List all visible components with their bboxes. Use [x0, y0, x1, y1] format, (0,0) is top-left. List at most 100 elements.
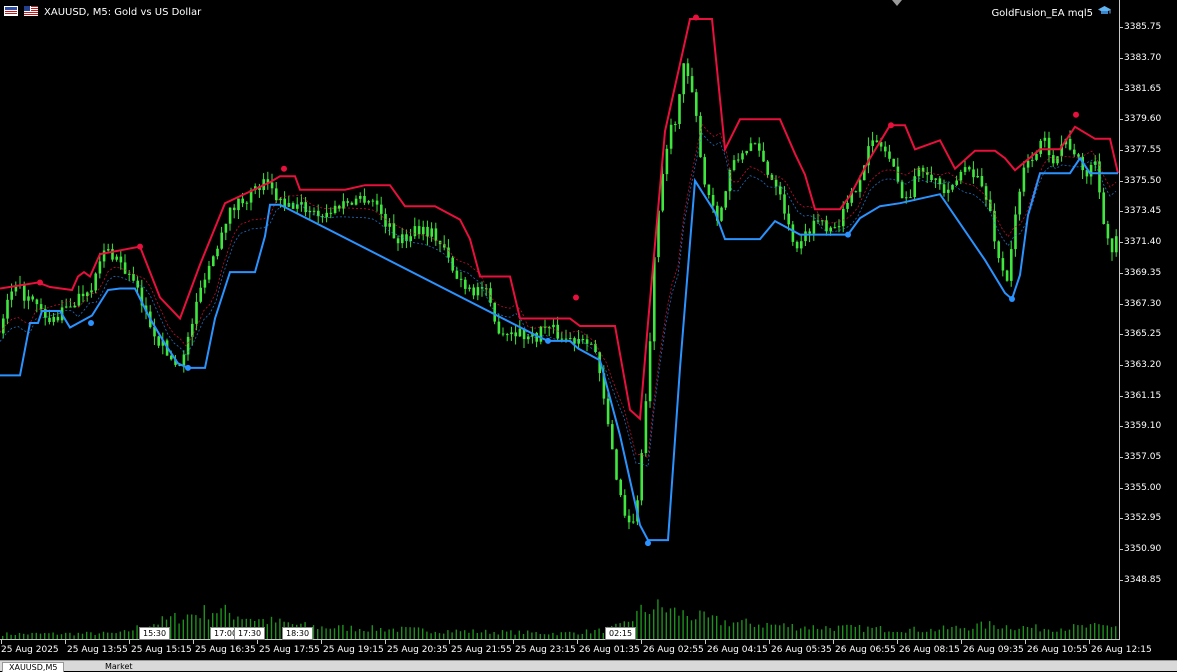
volume-bar: [401, 626, 403, 639]
candle-body: [800, 241, 803, 249]
volume-bar: [86, 631, 88, 639]
volume-bar: [1081, 625, 1083, 639]
volume-bar: [913, 626, 915, 639]
candle-body: [296, 204, 299, 209]
volume-bar: [711, 615, 714, 639]
candle-body: [27, 296, 30, 301]
chart-area[interactable]: XAUUSD, M5: Gold vs US Dollar GoldFusion…: [0, 0, 1120, 640]
price-tick: [1120, 211, 1123, 213]
volume-bar: [18, 633, 21, 639]
volume-bar: [132, 630, 134, 639]
chart-window-icon[interactable]: [4, 6, 18, 19]
volume-bar: [552, 632, 554, 639]
volume-bar: [787, 627, 789, 639]
volume-bar: [896, 631, 898, 639]
candle-body: [1031, 159, 1034, 161]
time-label: 25 Aug 20:35: [387, 645, 448, 655]
candle-body: [779, 186, 782, 195]
volume-bar: [594, 630, 596, 639]
volume-bar: [774, 624, 777, 639]
candle-body: [510, 332, 513, 335]
volume-bar: [434, 631, 436, 639]
price-tick: [1120, 395, 1123, 397]
price-label: 3375.50: [1124, 175, 1162, 186]
volume-bar: [128, 631, 130, 639]
price-axis[interactable]: 3385.75 3383.70 3381.65 3379.60 3377.55 3375.…: [1120, 0, 1177, 640]
candle-body: [312, 210, 316, 212]
volume-bar: [959, 628, 961, 639]
candle-body: [1047, 137, 1051, 156]
candle-body: [207, 265, 211, 280]
candle-body: [86, 292, 89, 297]
volume-bar: [1014, 630, 1016, 639]
volume-bar: [1031, 627, 1033, 639]
candle-body: [707, 184, 711, 195]
candle-body: [447, 247, 450, 258]
volume-bar: [829, 628, 831, 639]
candle-body: [396, 238, 400, 244]
volume-bar: [846, 624, 848, 639]
candle-body: [199, 287, 202, 302]
candle-body: [884, 146, 887, 152]
volume-bar: [371, 625, 373, 639]
candle-body: [564, 338, 568, 340]
volume-bar: [409, 627, 411, 639]
price-label: 3348.85: [1124, 574, 1162, 585]
candle-body: [464, 279, 467, 289]
candle-body: [1110, 238, 1114, 253]
volume-bar: [178, 623, 180, 639]
volume-bar: [833, 630, 835, 639]
volume-bar: [392, 628, 394, 639]
volume-bar: [808, 629, 810, 639]
sell-signal-dot: [1073, 111, 1079, 118]
expert-advisor-label[interactable]: GoldFusion_EA mql5: [991, 6, 1111, 20]
volume-bar: [682, 610, 684, 639]
volume-bar: [199, 618, 201, 639]
sell-signal-dot: [888, 122, 894, 129]
time-marker-label: 18:30: [282, 627, 314, 640]
candle-body: [2, 318, 5, 334]
candle-body: [1094, 161, 1097, 165]
price-tick: [1120, 487, 1123, 489]
price-tick: [1120, 150, 1123, 151]
candle-body: [762, 150, 765, 162]
candle-body: [237, 198, 240, 211]
candle-body: [1026, 160, 1030, 168]
price-chart[interactable]: [0, 0, 1120, 640]
price-label: 3350.90: [1124, 544, 1162, 555]
volume-bar: [657, 599, 659, 639]
price-label: 3363.20: [1124, 359, 1162, 370]
candle-body: [65, 306, 68, 308]
time-label: 26 Aug 01:35: [579, 645, 640, 655]
volume-bar: [590, 633, 592, 639]
chart-shift-marker-icon[interactable]: [892, 0, 902, 6]
time-tick: [385, 640, 386, 644]
tab-xauusd-m5[interactable]: XAUUSD,M5: [2, 662, 65, 672]
buy-signal-dot: [645, 540, 651, 547]
time-label: 25 Aug 21:55: [451, 645, 512, 655]
candle-body: [1068, 138, 1072, 150]
chart-tabs-bar: XAUUSD,M5 Market: [0, 660, 1177, 672]
volume-bar: [560, 632, 562, 639]
volume-bar: [1039, 631, 1041, 639]
candle-body: [195, 301, 198, 324]
volume-bar: [1056, 631, 1058, 639]
time-axis[interactable]: 25 Aug 2025 25 Aug 13:55 25 Aug 15:15 25 Au…: [0, 640, 1152, 660]
candle-body: [506, 334, 509, 336]
candle-body: [556, 324, 559, 339]
time-label: 26 Aug 04:15: [707, 645, 768, 655]
volume-bar: [863, 631, 865, 639]
price-tick: [1120, 242, 1123, 244]
volume-bar: [447, 630, 449, 639]
candle-body: [1043, 137, 1047, 141]
candle-body: [241, 198, 244, 204]
time-tick: [449, 640, 450, 644]
candle-body: [976, 176, 979, 178]
time-marker-label: 17:30: [234, 627, 266, 640]
volume-bar: [997, 629, 999, 639]
volume-bar: [678, 615, 680, 639]
volume-bar: [363, 631, 365, 639]
volume-bar: [791, 624, 793, 639]
candle-body: [384, 213, 387, 227]
volume-bar: [917, 631, 919, 639]
